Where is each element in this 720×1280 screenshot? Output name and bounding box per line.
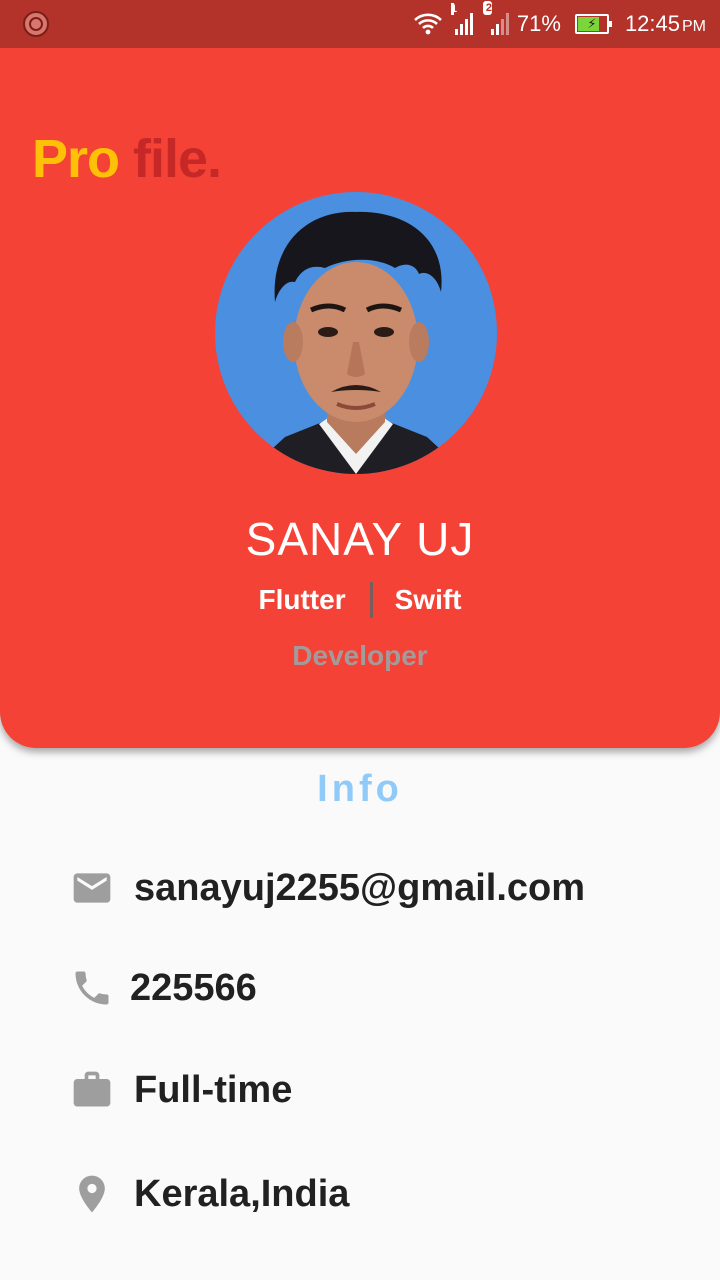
info-item-location[interactable]: Kerala,India: [70, 1172, 349, 1216]
clock-time: 12:45: [624, 11, 680, 36]
battery-charging-icon: ⚡: [574, 14, 612, 34]
briefcase-icon: [70, 1068, 114, 1112]
skills-divider: [369, 582, 373, 618]
logo-part-1: Pro: [32, 129, 120, 189]
info-job-text: Full-time: [134, 1068, 293, 1111]
avatar[interactable]: [215, 192, 497, 474]
info-email-text: sanayuj2255@gmail.com: [134, 866, 586, 909]
info-item-phone[interactable]: 225566: [70, 966, 257, 1010]
email-icon: [70, 866, 114, 910]
battery-percent: 71%: [516, 11, 561, 36]
profile-role: Developer: [292, 640, 428, 671]
logo-part-2: file.: [133, 129, 222, 189]
info-item-job[interactable]: Full-time: [70, 1068, 292, 1112]
info-location-text: Kerala,India: [134, 1172, 350, 1215]
signal-icon: 1: [450, 3, 473, 35]
profile-name: SANAY UJ: [245, 513, 475, 565]
profile-header: Pro file. SANAY UJ Flutter Swift Develop…: [0, 48, 720, 748]
info-title: Info: [317, 768, 403, 810]
clock-ampm: PM: [682, 18, 706, 35]
clock: 12:45 PM: [625, 11, 706, 37]
wifi-icon: [414, 13, 442, 35]
location-pin-icon: [70, 1172, 114, 1216]
skill-2: Swift: [394, 584, 462, 615]
app-logo: Pro file.: [32, 128, 222, 190]
sim1-label: 1: [450, 3, 458, 15]
signal-icon-sim2: 2: [482, 1, 509, 35]
phone-icon: [70, 966, 114, 1010]
skills-row: Flutter Swift: [0, 582, 720, 618]
notification-icon: [23, 11, 49, 37]
info-item-email[interactable]: sanayuj2255@gmail.com: [70, 866, 585, 910]
sim2-badge: 2: [482, 1, 492, 15]
avatar-photo: [215, 192, 497, 474]
status-bar: 1 2 71% ⚡ 12:45 PM: [0, 0, 720, 48]
info-phone-text: 225566: [130, 966, 257, 1009]
skill-1: Flutter: [258, 584, 346, 615]
